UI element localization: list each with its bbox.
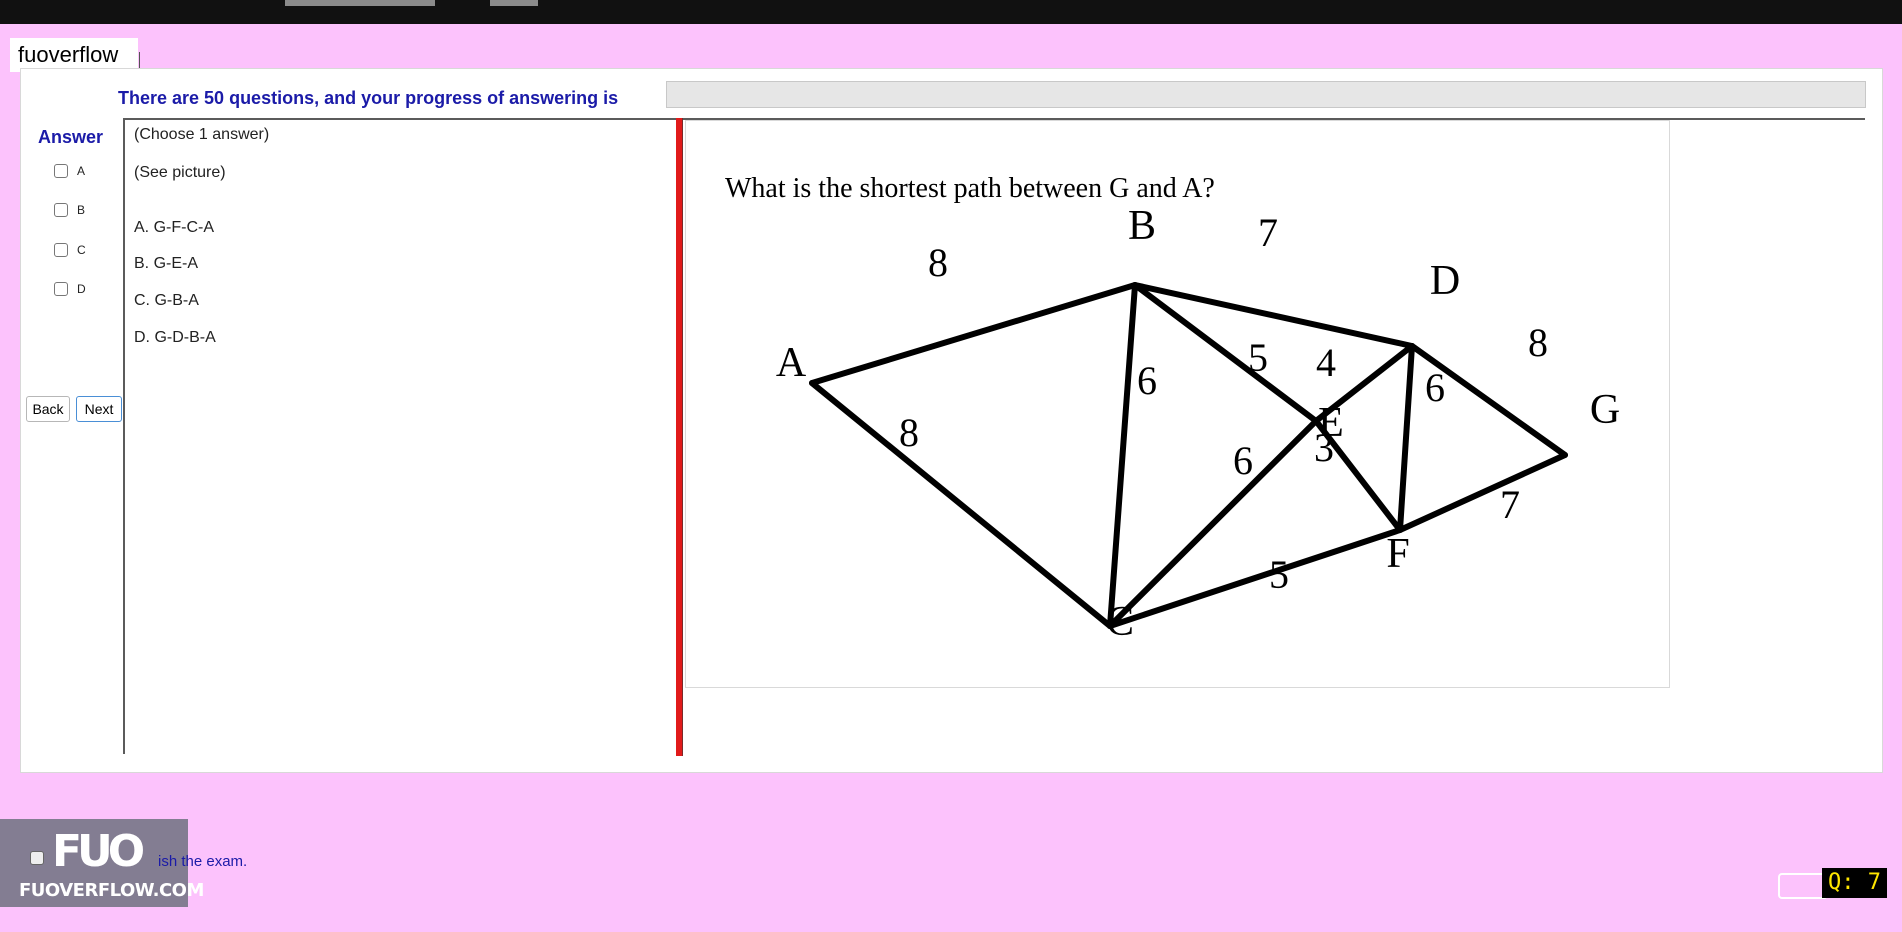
choice-a: A. G-F-C-A [134,219,214,236]
graph-edge-c-f [1107,527,1403,629]
see-picture-note: (See picture) [134,164,226,181]
edge-weight-f-g: 7 [1500,482,1520,527]
edge-weight-b-c: 6 [1137,358,1157,403]
edge-weight-c-e: 6 [1233,438,1253,483]
progress-bar [666,81,1866,108]
answer-option-label: C [77,243,86,257]
answer-option-label: B [77,203,86,217]
watermark-logo: FUO [52,826,145,877]
back-button[interactable]: Back [26,396,70,422]
edge-weight-c-f: 5 [1269,552,1289,597]
answer-option-b[interactable]: B [54,203,85,217]
answer-option-label: A [77,164,86,178]
node-label-a: A [776,340,807,386]
answer-option-d[interactable]: D [54,282,86,296]
graph-edge-f-g [1397,452,1568,533]
answer-checkbox-b[interactable] [54,203,68,217]
choice-d: D. G-D-B-A [134,329,216,346]
answer-heading: Answer [38,127,104,147]
brand-label: fuoverflow [10,38,138,72]
progress-label: There are 50 questions, and your progres… [118,88,619,108]
top-ghost-field [285,0,435,6]
node-label-d: D [1430,258,1460,304]
node-label-e: E [1318,400,1344,446]
edge-weight-d-g: 8 [1528,320,1548,365]
question-instruction: (Choose 1 answer) [134,126,270,143]
answer-option-c[interactable]: C [54,243,86,257]
finish-row[interactable] [30,851,44,865]
edge-weight-d-f: 6 [1425,365,1445,410]
graph-edge-b-c [1107,282,1138,629]
figure-question-text: What is the shortest path between G and … [725,173,1215,204]
graph-diagram: What is the shortest path between G and … [725,173,1620,645]
question-figure: What is the shortest path between G and … [685,120,1670,688]
finish-button[interactable] [1778,873,1828,899]
answer-checkbox-d[interactable] [54,282,68,296]
finish-label: ish the exam. [158,853,248,870]
graph-edge-d-f [1397,343,1415,533]
top-ghost-button [490,0,538,6]
edge-weight-b-e: 5 [1248,335,1268,380]
answer-checkbox-a[interactable] [54,164,68,178]
graph-edge-a-b [809,282,1138,386]
watermark-url: FUOVERFLOW.COM [19,880,204,901]
question-number-badge: Q: 7 [1822,868,1887,898]
edge-weight-a-b: 8 [928,240,948,285]
choice-b: B. G-E-A [134,255,199,272]
choice-c: C. G-B-A [134,292,199,309]
node-label-c: C [1106,599,1134,645]
node-label-g: G [1590,387,1620,433]
answer-option-a[interactable]: A [54,164,85,178]
pane-divider[interactable] [676,118,683,756]
finish-checkbox[interactable] [30,851,44,865]
edge-weight-a-c: 8 [899,410,919,455]
next-button[interactable]: Next [76,396,122,422]
answer-checkbox-c[interactable] [54,243,68,257]
edge-weight-d-e: 4 [1316,340,1336,385]
node-label-f: F [1386,531,1409,577]
graph-edge-a-c [809,380,1113,629]
text-cursor [139,52,140,68]
node-label-b: B [1128,203,1156,249]
edge-weight-b-d: 7 [1258,210,1278,255]
answer-option-label: D [77,282,86,296]
